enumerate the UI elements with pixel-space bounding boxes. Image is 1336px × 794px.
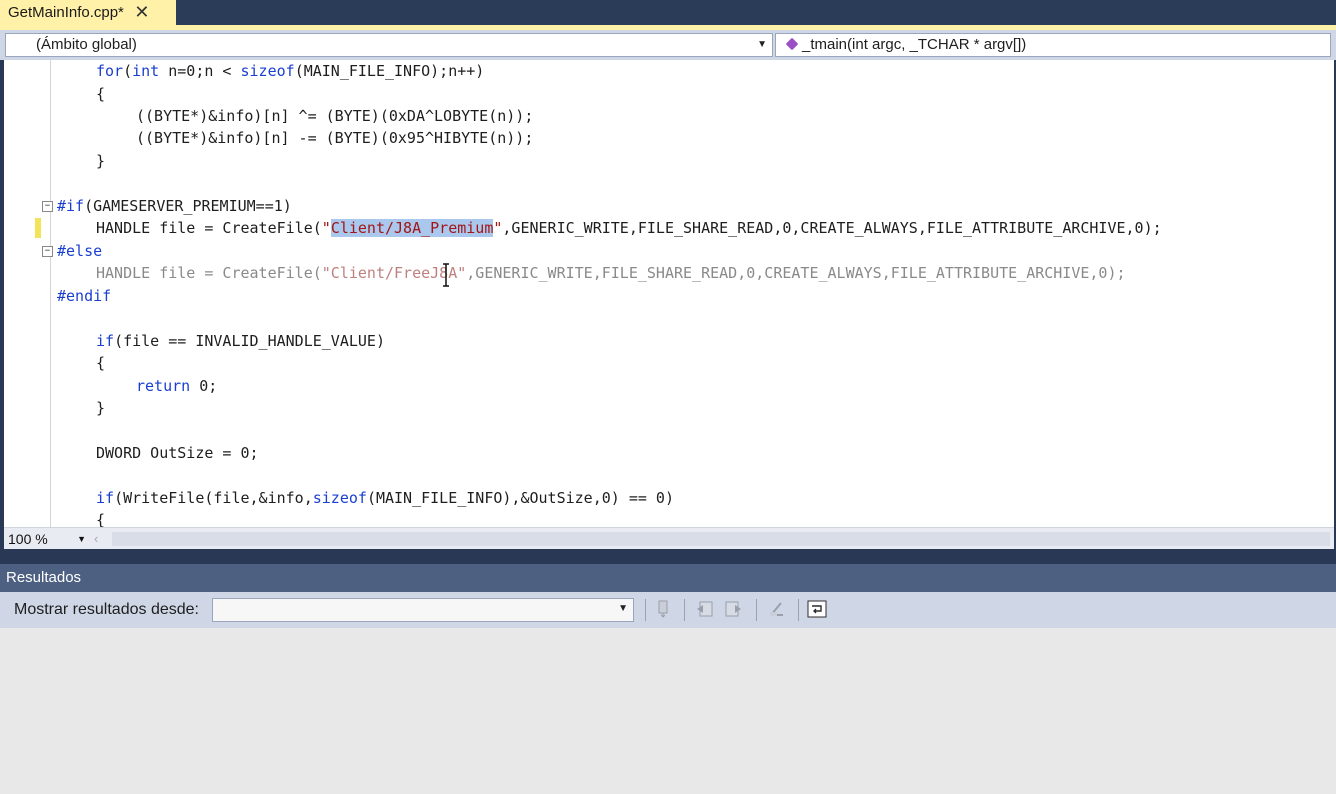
- function-dropdown[interactable]: _tmain(int argc, _TCHAR * argv[]): [775, 33, 1331, 57]
- output-panel-title: Resultados: [0, 564, 1336, 592]
- find-message-icon[interactable]: [652, 598, 674, 620]
- editor-status-bar: 100 % ▼ ‹: [4, 527, 1334, 550]
- scope-value: (Ámbito global): [36, 36, 137, 53]
- code-line: ((BYTE*)&info)[n] -= (BYTE)(0x95^HIBYTE(…: [136, 129, 534, 147]
- code-editor[interactable]: − − for(int n=0;n < sizeof(MAIN_FILE_INF…: [4, 60, 1334, 527]
- horizontal-scrollbar[interactable]: [112, 532, 1330, 546]
- chevron-down-icon: ▼: [757, 39, 767, 50]
- editor-margin-divider: [50, 60, 51, 527]
- navigation-bar: (Ámbito global) ▼ _tmain(int argc, _TCHA…: [0, 30, 1336, 60]
- code-line: if(file == INVALID_HANDLE_VALUE): [96, 332, 385, 350]
- chevron-down-icon: ▼: [77, 534, 86, 544]
- code-line: {: [96, 511, 106, 527]
- toggle-word-wrap-icon[interactable]: [806, 598, 828, 620]
- function-value: _tmain(int argc, _TCHAR * argv[]): [802, 36, 1027, 53]
- show-output-from-label: Mostrar resultados desde:: [14, 601, 199, 618]
- clear-all-icon[interactable]: [766, 598, 788, 620]
- code-line: if(WriteFile(file,&info,sizeof(MAIN_FILE…: [96, 489, 674, 507]
- code-line-preprocessor-endif: #endif: [57, 287, 112, 305]
- panel-splitter[interactable]: [0, 549, 1336, 564]
- toolbar-separator: [756, 599, 757, 621]
- code-line-preprocessor-if: #if(GAMESERVER_PREMIUM==1): [57, 197, 292, 215]
- code-line: {: [96, 85, 106, 103]
- collapse-if-icon[interactable]: −: [42, 201, 53, 212]
- go-to-previous-message-icon[interactable]: [694, 598, 716, 620]
- zoom-dropdown[interactable]: 100 % ▼: [4, 529, 90, 549]
- code-line: DWORD OutSize = 0;: [96, 444, 259, 462]
- close-tab-icon[interactable]: ✕: [134, 2, 150, 22]
- code-line-createfile-premium: HANDLE file = CreateFile("Client/J8A_Pre…: [96, 219, 1162, 237]
- zoom-value: 100 %: [8, 531, 48, 547]
- code-line: {: [96, 354, 106, 372]
- method-icon: [785, 37, 799, 51]
- scroll-left-icon[interactable]: ‹: [94, 531, 98, 546]
- code-line-preprocessor-else: #else: [57, 242, 103, 260]
- text-cursor-icon: [443, 263, 449, 287]
- tab-getmaininfo-cpp[interactable]: GetMainInfo.cpp* ✕: [0, 0, 176, 25]
- output-source-dropdown[interactable]: ▼: [212, 598, 634, 622]
- toolbar-separator: [798, 599, 799, 621]
- toolbar-separator: [684, 599, 685, 621]
- code-line: ((BYTE*)&info)[n] ^= (BYTE)(0xDA^LOBYTE(…: [136, 107, 534, 125]
- toolbar-separator: [645, 599, 646, 621]
- code-line: return 0;: [136, 377, 218, 395]
- go-to-next-message-icon[interactable]: [722, 598, 744, 620]
- selected-text: Client/J8A_Premium: [330, 219, 494, 237]
- output-toolbar: Mostrar resultados desde: ▼: [0, 592, 1336, 628]
- scope-dropdown[interactable]: (Ámbito global) ▼: [5, 33, 773, 57]
- chevron-down-icon: ▼: [618, 603, 628, 614]
- document-tab-strip: GetMainInfo.cpp* ✕: [0, 0, 1336, 25]
- output-text-area[interactable]: [0, 628, 1336, 794]
- code-line-createfile-free: HANDLE file = CreateFile("Client/FreeJ8A…: [96, 264, 1126, 282]
- tab-label: GetMainInfo.cpp*: [8, 4, 124, 21]
- code-line: }: [96, 152, 106, 170]
- unsaved-change-marker: [35, 218, 41, 238]
- collapse-else-icon[interactable]: −: [42, 246, 53, 257]
- code-line: }: [96, 399, 106, 417]
- code-line: for(int n=0;n < sizeof(MAIN_FILE_INFO);n…: [96, 62, 485, 80]
